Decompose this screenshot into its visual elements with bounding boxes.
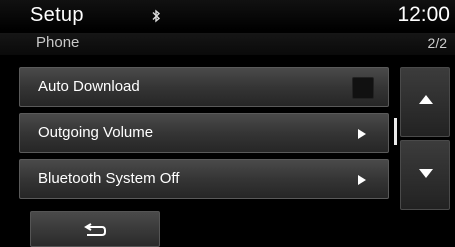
bluetooth-icon: [152, 9, 161, 23]
auto-download-checkbox[interactable]: [352, 77, 374, 99]
clock: 12:00: [397, 3, 450, 26]
subheader: Phone 2/2: [0, 33, 455, 55]
bottom-bar: [0, 211, 455, 247]
status-bar: Setup 12:00: [0, 0, 455, 30]
scroll-up-button[interactable]: [400, 67, 450, 137]
list-item-bluetooth-system-off[interactable]: Bluetooth System Off: [19, 159, 389, 199]
scrollbar[interactable]: [394, 118, 397, 145]
arrow-right-icon: [358, 175, 366, 185]
back-button[interactable]: [30, 211, 160, 247]
back-icon: [84, 223, 106, 236]
list-item-label: Outgoing Volume: [38, 124, 154, 141]
arrow-down-icon: [419, 169, 433, 178]
list-item-outgoing-volume[interactable]: Outgoing Volume: [19, 113, 389, 153]
list-item-label: Auto Download: [38, 78, 140, 95]
app-title: Setup: [30, 4, 84, 26]
scroll-down-button[interactable]: [400, 140, 450, 210]
list-item-auto-download[interactable]: Auto Download: [19, 67, 389, 107]
section-title: Phone: [36, 34, 80, 51]
settings-list: Auto Download Outgoing Volume Bluetooth …: [19, 60, 391, 208]
list-item-label: Bluetooth System Off: [38, 170, 180, 187]
page-indicator: 2/2: [427, 35, 447, 51]
arrow-up-icon: [419, 95, 433, 104]
arrow-right-icon: [358, 129, 366, 139]
